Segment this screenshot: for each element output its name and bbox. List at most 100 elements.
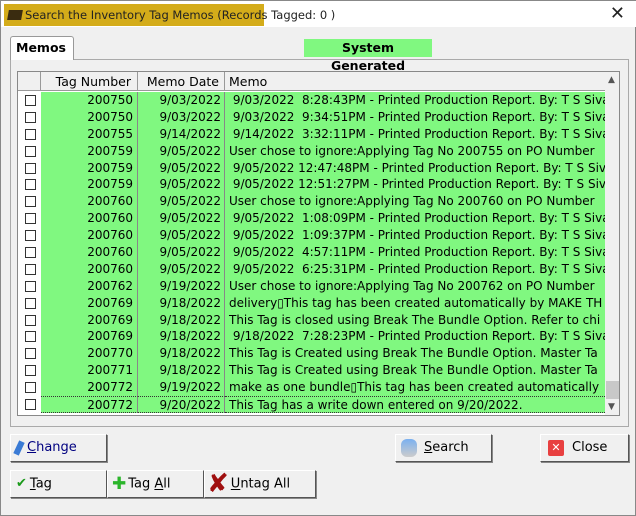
window-title: Search the Inventory Tag Memos (Records … bbox=[4, 4, 335, 26]
row-checkbox[interactable] bbox=[25, 399, 36, 411]
binoculars-icon bbox=[401, 438, 417, 457]
cell-memo: 9/05/2022 4:57:11PM - Printed Production… bbox=[225, 244, 605, 262]
tag-all-label: ll bbox=[163, 476, 171, 492]
table-row[interactable]: 200750 9/03/2022 9/03/2022 8:28:43PM - P… bbox=[18, 92, 605, 109]
search-label: earch bbox=[432, 440, 469, 455]
tag-all-label-pre: Tag bbox=[128, 476, 155, 492]
title-bar: Search the Inventory Tag Memos (Records … bbox=[1, 1, 636, 27]
table-row[interactable]: 200769 9/18/2022 9/18/2022 7:28:23PM - P… bbox=[18, 328, 605, 346]
untag-all-label: ntag All bbox=[240, 476, 291, 492]
row-checkbox[interactable] bbox=[25, 280, 36, 292]
table-row[interactable]: 200769 9/18/2022 This Tag is closed usin… bbox=[18, 311, 605, 329]
cell-memo-date: 9/18/2022 bbox=[138, 362, 225, 380]
header-checkbox-column bbox=[18, 72, 41, 91]
row-checkbox[interactable] bbox=[25, 95, 36, 106]
table-row[interactable]: 200760 9/05/2022 9/05/2022 4:57:11PM - P… bbox=[18, 244, 605, 262]
cell-memo-date: 9/18/2022 bbox=[138, 294, 225, 312]
table-row[interactable]: 200771 9/18/2022 This Tag is Created usi… bbox=[18, 362, 605, 380]
close-label: Close bbox=[572, 440, 608, 455]
table-row[interactable]: 200759 9/05/2022 9/05/2022 12:51:27PM - … bbox=[18, 176, 605, 194]
cell-memo-date: 9/03/2022 bbox=[138, 92, 225, 109]
cell-tag-number: 200750 bbox=[41, 92, 138, 109]
cell-tag-number: 200760 bbox=[41, 210, 138, 228]
table-row[interactable]: 200760 9/05/2022 User chose to ignore:Ap… bbox=[18, 193, 605, 211]
pencil-icon bbox=[13, 439, 25, 456]
untag-all-mnemonic: U bbox=[230, 476, 241, 492]
row-checkbox[interactable] bbox=[25, 382, 36, 394]
table-row[interactable]: 200760 9/05/2022 9/05/2022 6:25:31PM - P… bbox=[18, 260, 605, 278]
search-button[interactable]: Search bbox=[395, 434, 492, 462]
table-row[interactable]: 200772 9/20/2022 This Tag has a write do… bbox=[18, 396, 605, 414]
tag-all-button[interactable]: ✚ Tag All bbox=[107, 470, 204, 498]
cell-memo: 9/03/2022 8:28:43PM - Printed Production… bbox=[225, 92, 605, 109]
scroll-up-icon[interactable]: ▲ bbox=[608, 75, 615, 85]
cell-tag-number: 200770 bbox=[41, 345, 138, 363]
table-row[interactable]: 200759 9/05/2022 User chose to ignore:Ap… bbox=[18, 142, 605, 160]
close-button[interactable]: ✕ Close bbox=[540, 434, 629, 462]
memo-grid[interactable]: Tag Number Memo Date Memo 200750 9/03/20… bbox=[17, 71, 620, 416]
cell-memo: This Tag is closed using Break The Bundl… bbox=[225, 311, 605, 329]
cell-memo: 9/05/2022 12:47:48PM - Printed Productio… bbox=[225, 159, 605, 177]
untag-all-button[interactable]: ✘ Untag All bbox=[204, 470, 316, 498]
row-checkbox[interactable] bbox=[25, 111, 36, 123]
grid-rows: 200750 9/03/2022 9/03/2022 8:28:43PM - P… bbox=[18, 92, 605, 414]
table-row[interactable]: 200760 9/05/2022 9/05/2022 1:09:37PM - P… bbox=[18, 227, 605, 245]
cell-memo-date: 9/05/2022 bbox=[138, 193, 225, 211]
table-row[interactable]: 200759 9/05/2022 9/05/2022 12:47:48PM - … bbox=[18, 159, 605, 177]
window-close-button[interactable]: ✕ bbox=[610, 3, 625, 24]
plus-icon: ✚ bbox=[112, 474, 127, 494]
cell-memo: 9/05/2022 1:09:37PM - Printed Production… bbox=[225, 227, 605, 245]
cell-memo: This Tag is Created using Break The Bund… bbox=[225, 362, 605, 380]
row-checkbox[interactable] bbox=[25, 365, 36, 377]
table-row[interactable]: 200762 9/19/2022 User chose to ignore:Ap… bbox=[18, 277, 605, 295]
cell-memo-date: 9/05/2022 bbox=[138, 244, 225, 262]
cell-memo-date: 9/03/2022 bbox=[138, 108, 225, 126]
cell-memo-date: 9/18/2022 bbox=[138, 345, 225, 363]
row-checkbox[interactable] bbox=[25, 230, 36, 242]
cell-tag-number: 200760 bbox=[41, 193, 138, 211]
row-checkbox[interactable] bbox=[25, 213, 36, 225]
row-checkbox[interactable] bbox=[25, 162, 36, 174]
change-button[interactable]: Change bbox=[10, 434, 107, 462]
header-tag-number[interactable]: Tag Number bbox=[41, 72, 138, 91]
row-checkbox[interactable] bbox=[25, 331, 36, 343]
cell-memo: User chose to ignore:Applying Tag No 200… bbox=[225, 193, 605, 211]
row-checkbox[interactable] bbox=[25, 247, 36, 259]
change-mnemonic: C bbox=[27, 440, 37, 455]
cell-tag-number: 200769 bbox=[41, 311, 138, 329]
table-row[interactable]: 200755 9/14/2022 9/14/2022 3:32:11PM - P… bbox=[18, 125, 605, 143]
cell-tag-number: 200772 bbox=[41, 396, 138, 414]
header-memo-date[interactable]: Memo Date bbox=[138, 72, 225, 91]
cell-memo-date: 9/18/2022 bbox=[138, 311, 225, 329]
table-row[interactable]: 200760 9/05/2022 9/05/2022 1:08:09PM - P… bbox=[18, 210, 605, 228]
cell-memo: This Tag is Created using Break The Bund… bbox=[225, 345, 605, 363]
tab-memos[interactable]: Memos bbox=[10, 36, 74, 60]
table-row[interactable]: 200769 9/18/2022 delivery▯This tag has b… bbox=[18, 294, 605, 312]
close-icon: ✕ bbox=[548, 439, 564, 456]
cell-tag-number: 200772 bbox=[41, 379, 138, 397]
cell-tag-number: 200769 bbox=[41, 294, 138, 312]
row-checkbox[interactable] bbox=[25, 196, 36, 208]
cell-tag-number: 200759 bbox=[41, 176, 138, 194]
cell-memo-date: 9/18/2022 bbox=[138, 328, 225, 346]
cell-memo: User chose to ignore:Applying Tag No 200… bbox=[225, 142, 605, 160]
table-row[interactable]: 200750 9/03/2022 9/03/2022 9:34:51PM - P… bbox=[18, 108, 605, 126]
row-checkbox[interactable] bbox=[25, 128, 36, 140]
cell-memo-date: 9/19/2022 bbox=[138, 277, 225, 295]
scroll-down-icon[interactable]: ▼ bbox=[608, 402, 615, 412]
check-icon: ✔ bbox=[16, 476, 27, 491]
row-checkbox[interactable] bbox=[25, 297, 36, 309]
table-row[interactable]: 200770 9/18/2022 This Tag is Created usi… bbox=[18, 345, 605, 363]
tag-label: ag bbox=[35, 476, 52, 492]
change-label: hange bbox=[36, 440, 77, 455]
row-checkbox[interactable] bbox=[25, 145, 36, 157]
scroll-thumb[interactable] bbox=[606, 381, 619, 399]
header-memo[interactable]: Memo bbox=[225, 72, 605, 91]
row-checkbox[interactable] bbox=[25, 348, 36, 360]
row-checkbox[interactable] bbox=[25, 179, 36, 191]
tag-button[interactable]: ✔ Tag bbox=[10, 470, 107, 498]
row-checkbox[interactable] bbox=[25, 263, 36, 275]
vertical-scrollbar[interactable]: ▲ ▼ bbox=[605, 72, 619, 415]
row-checkbox[interactable] bbox=[25, 314, 36, 326]
table-row[interactable]: 200772 9/19/2022 make as one bundle▯This… bbox=[18, 379, 605, 397]
